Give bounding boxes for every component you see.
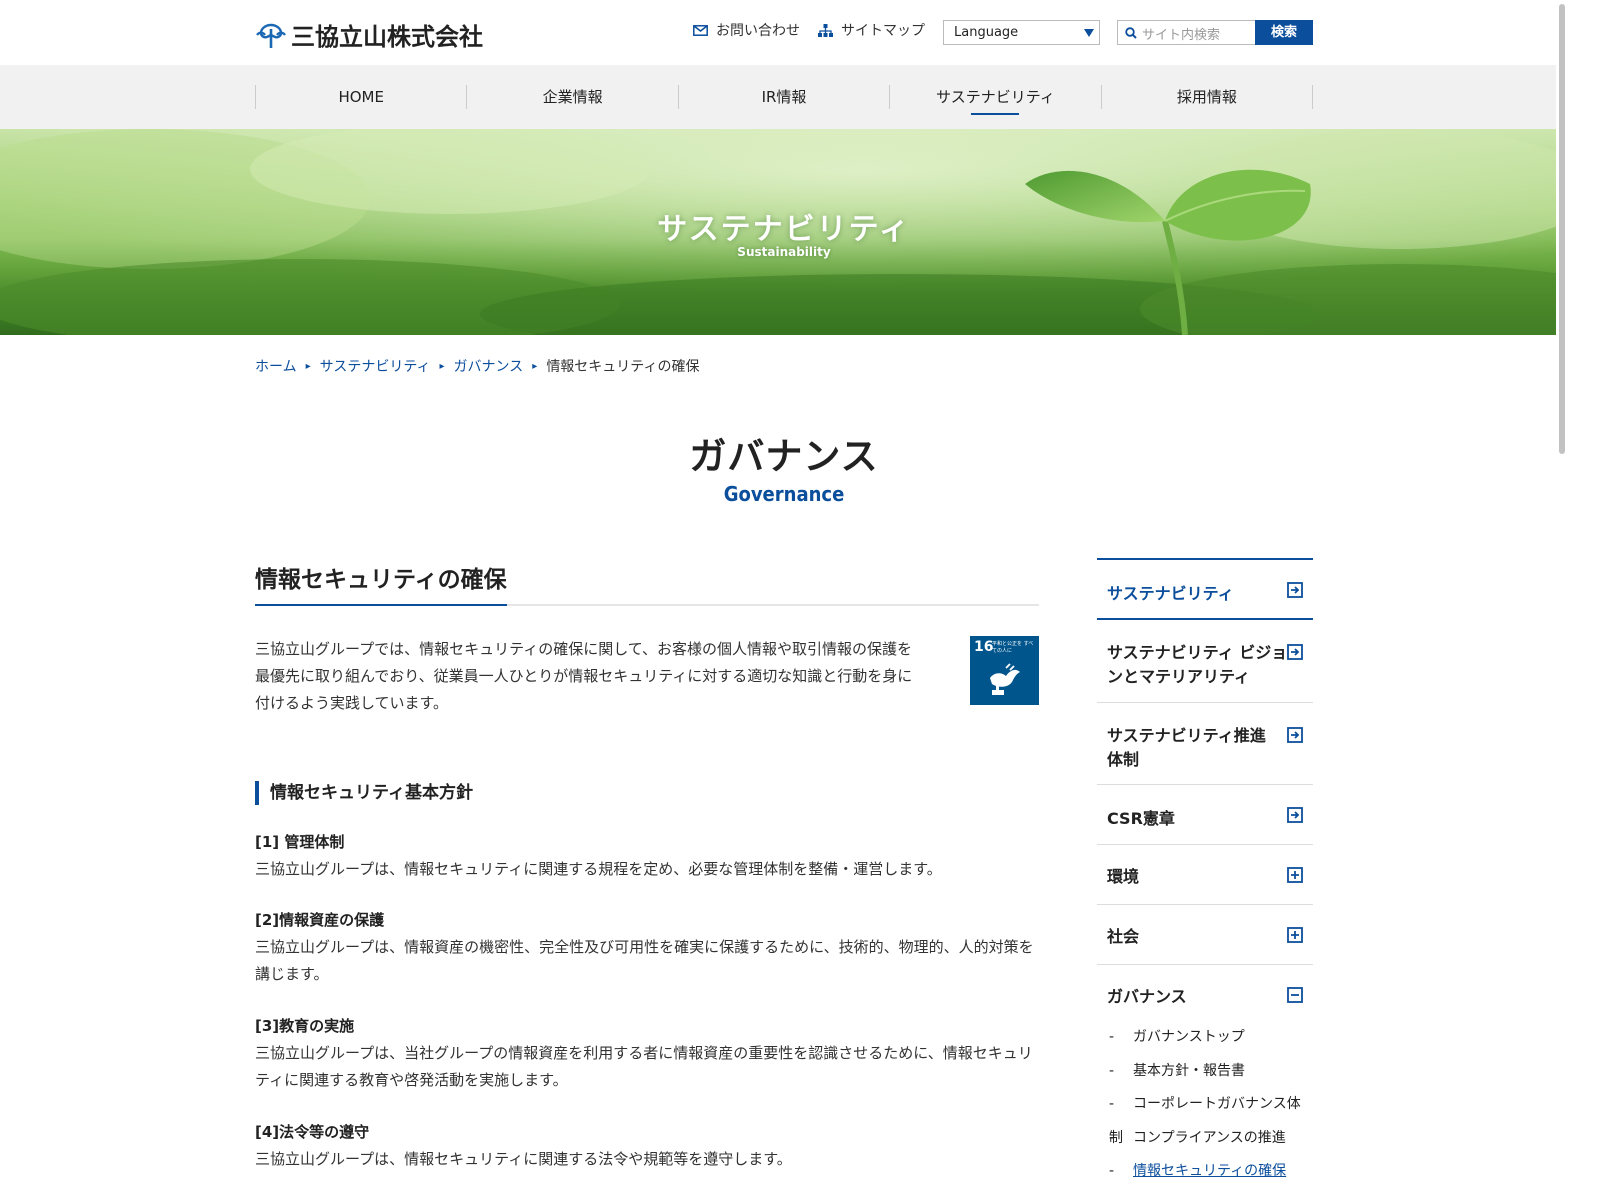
language-select[interactable]: Language xyxy=(943,20,1100,45)
sdg-number: 16 xyxy=(974,639,994,655)
logo-text: 三協立山株式会社 xyxy=(291,23,483,51)
side-item-label: サステナビリティ推進 体制 xyxy=(1107,726,1266,769)
contact-link[interactable]: お問い合わせ xyxy=(693,20,800,40)
policy-item: [2]情報資産の保護 三協立山グループは、情報資産の機密性、完全性及び可用性を確… xyxy=(255,907,1039,988)
scrollbar[interactable] xyxy=(1556,0,1568,1174)
logo-mark-icon xyxy=(256,23,286,48)
hero-banner: サステナビリティ Sustainability xyxy=(0,129,1568,335)
sitemap-link[interactable]: サイトマップ xyxy=(818,20,925,40)
policy-body: 三協立山グループは、情報セキュリティに関連する規程を定め、必要な管理体制を整備・… xyxy=(255,860,942,878)
gnav-item-recruit[interactable]: 採用情報 xyxy=(1102,85,1314,109)
breadcrumb-sustainability[interactable]: サステナビリティ xyxy=(320,356,431,376)
minus-box-icon xyxy=(1287,987,1303,1003)
dove-gavel-icon xyxy=(990,663,1020,695)
side-item-label: 社会 xyxy=(1107,927,1140,946)
contact-label: お問い合わせ xyxy=(716,23,800,39)
policy-item: [1] 管理体制 三協立山グループは、情報セキュリティに関連する規程を定め、必要… xyxy=(255,829,1039,883)
submenu-item-current[interactable]: - 情報セキュリティの確保 xyxy=(1109,1155,1313,1189)
scrollbar-thumb[interactable] xyxy=(1559,4,1565,454)
section-heading: 情報セキュリティの確保 xyxy=(255,560,507,606)
sitemap-label: サイトマップ xyxy=(841,23,925,39)
side-item-vision[interactable]: サステナビリティ ビジョンとマテリアリティ xyxy=(1097,620,1313,703)
policy-item: [4]法令等の遵守 三協立山グループは、情報セキュリティに関連する法令や規範等を… xyxy=(255,1119,1039,1173)
side-item-label: CSR憲章 xyxy=(1107,809,1175,828)
submenu-link[interactable]: コンプライアンスの推進 xyxy=(1133,1130,1286,1146)
arrow-box-icon xyxy=(1287,644,1303,660)
company-logo[interactable]: 三協立山株式会社 xyxy=(255,17,483,52)
side-item-governance[interactable]: ガバナンス xyxy=(1097,965,1313,1021)
gnav-item-ir[interactable]: IR情報 xyxy=(679,85,891,109)
submenu-link[interactable]: 基本方針・報告書 xyxy=(1133,1063,1245,1079)
breadcrumb-home[interactable]: ホーム xyxy=(255,356,297,376)
chevron-right-icon: ▸ xyxy=(439,360,445,372)
governance-submenu: - ガバナンストップ - 基本方針・報告書 - コーポレートガバナンス体制 - コンプラ… xyxy=(1097,1021,1313,1189)
chevron-right-icon: ▸ xyxy=(532,360,538,372)
arrow-box-icon xyxy=(1287,727,1303,743)
policy-heading: 情報セキュリティ基本方針 xyxy=(255,781,473,805)
breadcrumb-current: 情報セキュリティの確保 xyxy=(546,359,700,375)
policy-title: [1] 管理体制 xyxy=(255,833,345,851)
submenu-item[interactable]: - コーポレートガバナンス体制 xyxy=(1109,1088,1313,1146)
search-button[interactable]: 検索 xyxy=(1255,20,1313,45)
side-item-environment[interactable]: 環境 xyxy=(1097,845,1313,905)
mail-icon xyxy=(693,24,708,36)
breadcrumb-governance[interactable]: ガバナンス xyxy=(454,356,524,376)
policy-title: [2]情報資産の保護 xyxy=(255,911,385,929)
plus-box-icon xyxy=(1287,927,1303,943)
language-selected-value: Language xyxy=(954,25,1019,40)
side-item-csr[interactable]: CSR憲章 xyxy=(1097,785,1313,845)
policy-body: 三協立山グループは、情報セキュリティに関連する法令や規範等を遵守します。 xyxy=(255,1150,792,1168)
submenu-link[interactable]: 情報セキュリティの確保 xyxy=(1133,1163,1286,1179)
site-search-input[interactable]: サイト内検索 xyxy=(1117,20,1255,45)
submenu-item[interactable]: - ガバナンストップ xyxy=(1109,1021,1313,1055)
breadcrumb: ホーム ▸ サステナビリティ ▸ ガバナンス ▸ 情報セキュリティの確保 xyxy=(255,356,699,376)
page-title: ガバナンス xyxy=(689,435,879,478)
side-item-label: サステナビリティ xyxy=(1107,584,1234,603)
submenu-link[interactable]: ガバナンストップ xyxy=(1133,1029,1245,1045)
gnav-item-home[interactable]: HOME xyxy=(256,85,468,109)
sitemap-icon xyxy=(818,23,833,37)
sdg-text: 平和と公正を すべての人に xyxy=(992,641,1034,654)
side-item-label: ガバナンス xyxy=(1107,987,1187,1006)
page-subtitle: Governance xyxy=(723,482,845,506)
search-placeholder: サイト内検索 xyxy=(1142,28,1221,43)
side-item-promotion[interactable]: サステナビリティ推進 体制 xyxy=(1097,703,1313,785)
arrow-box-icon xyxy=(1287,582,1303,598)
hero-title: サステナビリティ xyxy=(657,212,911,247)
sdg-16-badge: 16 平和と公正を すべての人に xyxy=(970,636,1039,705)
chevron-right-icon: ▸ xyxy=(305,360,311,372)
gnav-item-company[interactable]: 企業情報 xyxy=(467,85,679,109)
policy-body: 三協立山グループは、情報資産の機密性、完全性及び可用性を確実に保護するために、技… xyxy=(255,938,1034,983)
site-header: 三協立山株式会社 お問い合わせ サイトマップ Language サイト内検索 検… xyxy=(0,0,1568,65)
side-nav: サステナビリティ サステナビリティ ビジョンとマテリアリティ サステナビリティ推… xyxy=(1097,558,1313,1189)
arrow-box-icon xyxy=(1287,807,1303,823)
intro-text: 三協立山グループでは、情報セキュリティの確保に関して、お客様の個人情報や取引情報… xyxy=(255,640,913,712)
global-nav: HOME 企業情報 IR情報 サステナビリティ 採用情報 xyxy=(0,65,1568,129)
hero-subtitle: Sustainability xyxy=(737,245,831,259)
submenu-item[interactable]: - 基本方針・報告書 xyxy=(1109,1055,1313,1089)
side-item-label: 環境 xyxy=(1107,867,1140,886)
submenu-item[interactable]: - コンプライアンスの推進 xyxy=(1109,1122,1313,1156)
side-item-society[interactable]: 社会 xyxy=(1097,905,1313,965)
gnav-item-sustainability[interactable]: サステナビリティ xyxy=(890,85,1102,115)
search-icon xyxy=(1125,27,1137,39)
policy-title: [3]教育の実施 xyxy=(255,1017,355,1035)
dropdown-arrow-icon xyxy=(1084,29,1094,37)
policy-item: [3]教育の実施 三協立山グループは、当社グループの情報資産を利用する者に情報資… xyxy=(255,1013,1039,1094)
main-content: 情報セキュリティの確保 三協立山グループでは、情報セキュリティの確保に関して、お… xyxy=(255,560,1039,1168)
plus-box-icon xyxy=(1287,867,1303,883)
side-item-sustainability[interactable]: サステナビリティ xyxy=(1097,558,1313,620)
policy-body: 三協立山グループは、当社グループの情報資産を利用する者に情報資産の重要性を認識さ… xyxy=(255,1044,1033,1089)
policy-title: [4]法令等の遵守 xyxy=(255,1123,370,1141)
side-item-label: サステナビリティ ビジョンとマテリアリティ xyxy=(1107,643,1288,686)
